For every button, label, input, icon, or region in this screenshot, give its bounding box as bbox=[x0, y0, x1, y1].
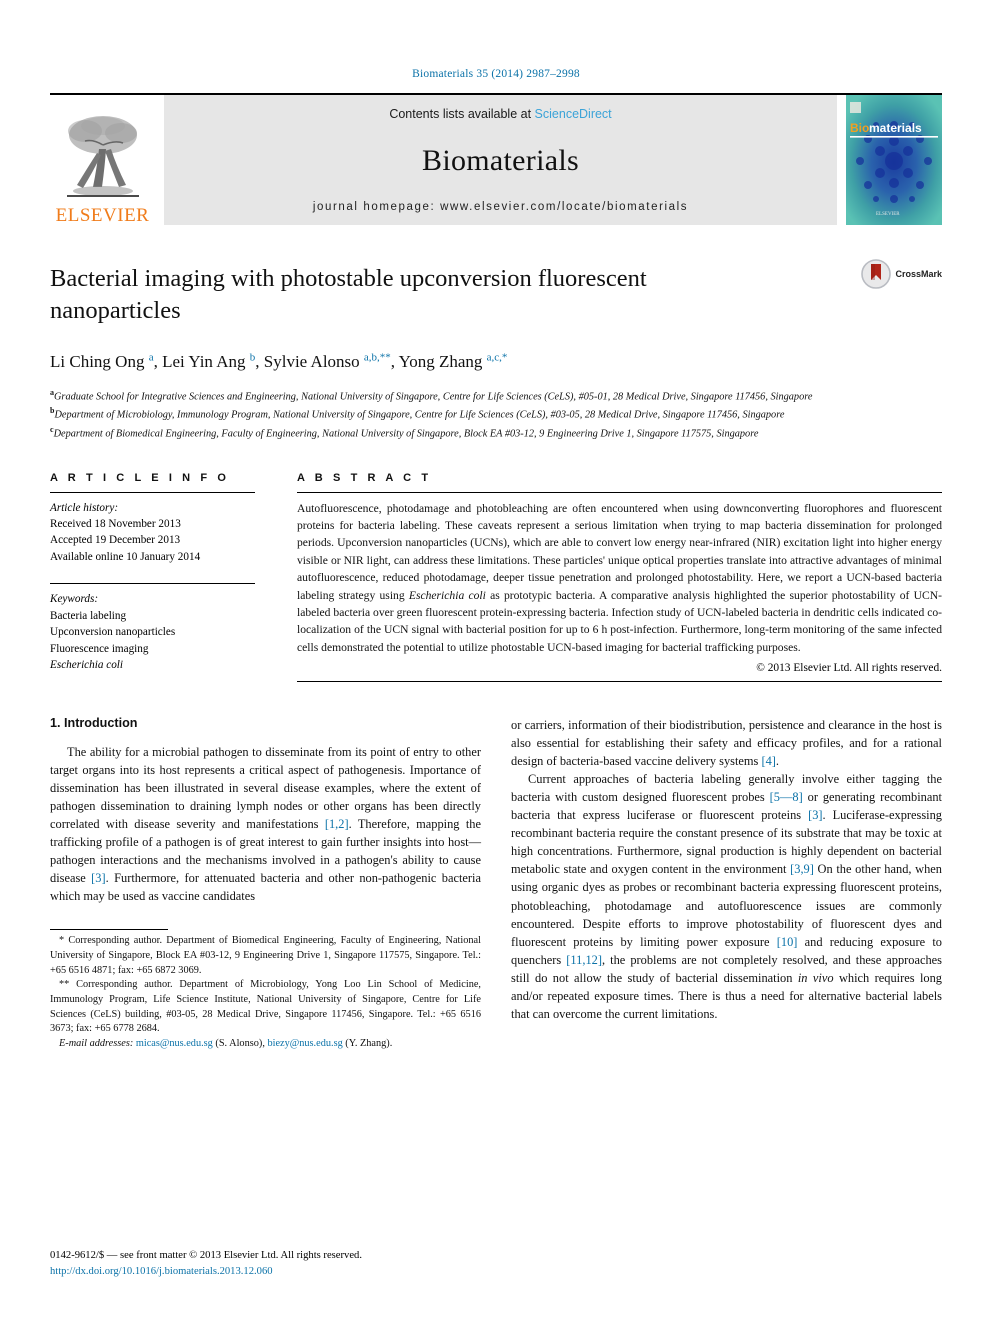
body-column-left: 1. Introduction The ability for a microb… bbox=[50, 716, 481, 1051]
affiliation-text: Department of Biomedical Engineering, Fa… bbox=[53, 427, 759, 439]
affiliation-c: cDepartment of Biomedical Engineering, F… bbox=[50, 424, 942, 442]
svg-text:Bio: Bio bbox=[850, 121, 869, 135]
info-abstract-region: A R T I C L E I N F O Article history: R… bbox=[50, 472, 942, 683]
footnote-rule bbox=[50, 929, 168, 931]
keywords-block: Keywords: Bacteria labeling Upconversion… bbox=[50, 584, 255, 673]
crossmark-icon bbox=[861, 259, 892, 289]
doi-link[interactable]: http://dx.doi.org/10.1016/j.biomaterials… bbox=[50, 1266, 273, 1277]
article-history-block: Article history: Received 18 November 20… bbox=[50, 493, 255, 566]
journal-homepage-line[interactable]: journal homepage: www.elsevier.com/locat… bbox=[313, 201, 688, 213]
crossmark-badge[interactable]: CrossMark bbox=[861, 259, 942, 289]
abstract-rule-bottom bbox=[297, 681, 942, 683]
page-title: Bacterial imaging with photostable upcon… bbox=[50, 265, 647, 325]
intro-paragraph-right-2: Current approaches of bacteria labeling … bbox=[511, 772, 943, 1021]
history-received: Received 18 November 2013 bbox=[50, 518, 181, 530]
elsevier-wordmark: ELSEVIER bbox=[55, 205, 150, 226]
bottom-matter: 0142-9612/$ — see front matter © 2013 El… bbox=[50, 1248, 481, 1279]
author-list: Li Ching Ong a, Lei Yin Ang b, Sylvie Al… bbox=[50, 351, 508, 371]
elsevier-logo: ELSEVIER bbox=[50, 95, 155, 225]
article-history-label: Article history: bbox=[50, 501, 119, 514]
affiliation-text: Department of Microbiology, Immunology P… bbox=[54, 409, 785, 421]
affiliation-text: Graduate School for Integrative Sciences… bbox=[54, 391, 813, 403]
footnote-block: * Corresponding author. Department of Bi… bbox=[50, 929, 481, 1051]
keyword-item: Bacteria labeling bbox=[50, 609, 127, 622]
svg-text:materials: materials bbox=[869, 121, 922, 135]
abstract-heading: A B S T R A C T bbox=[297, 471, 432, 484]
cover-art-image: Bio materials ELSEVIER bbox=[846, 95, 942, 225]
contents-prefix-text: Contents lists available at bbox=[389, 107, 532, 121]
history-online: Available online 10 January 2014 bbox=[50, 550, 201, 563]
journal-cover-thumbnail: Bio materials ELSEVIER bbox=[846, 95, 942, 225]
sciencedirect-link[interactable]: ScienceDirect bbox=[535, 107, 612, 121]
keyword-item: Escherichia coli bbox=[50, 659, 124, 672]
article-info-heading: A R T I C L E I N F O bbox=[50, 471, 230, 484]
body-columns: 1. Introduction The ability for a microb… bbox=[50, 716, 942, 1051]
issn-front-matter-line: 0142-9612/$ — see front matter © 2013 El… bbox=[50, 1250, 362, 1262]
affiliation-list: aGraduate School for Integrative Science… bbox=[50, 387, 942, 441]
keywords-label: Keywords: bbox=[50, 593, 99, 606]
affiliation-a: aGraduate School for Integrative Science… bbox=[50, 387, 942, 405]
section-heading-introduction: 1. Introduction bbox=[50, 716, 138, 731]
body-column-right: or carriers, information of their biodis… bbox=[511, 716, 942, 1051]
footnote-corresponding-1: * Corresponding author. Department of Bi… bbox=[50, 935, 481, 976]
footnote-emails: E-mail addresses: micas@nus.edu.sg (S. A… bbox=[59, 1037, 393, 1049]
journal-banner: Contents lists available at ScienceDirec… bbox=[164, 95, 837, 225]
journal-title: Biomaterials bbox=[422, 144, 579, 177]
keyword-item: Fluorescence imaging bbox=[50, 642, 149, 655]
contents-available-line: Contents lists available at ScienceDirec… bbox=[389, 107, 611, 121]
keyword-item: Upconversion nanoparticles bbox=[50, 626, 176, 639]
affiliation-b: bDepartment of Microbiology, Immunology … bbox=[50, 405, 942, 423]
intro-paragraph-left: The ability for a microbial pathogen to … bbox=[50, 745, 481, 904]
abstract-column: A B S T R A C T Autofluorescence, photod… bbox=[297, 472, 942, 683]
history-accepted: Accepted 19 December 2013 bbox=[50, 534, 181, 547]
abstract-text: Autofluorescence, photodamage and photob… bbox=[297, 501, 942, 654]
svg-text:ELSEVIER: ELSEVIER bbox=[876, 212, 900, 217]
abstract-copyright: © 2013 Elsevier Ltd. All rights reserved… bbox=[756, 662, 942, 675]
crossmark-label: CrossMark bbox=[895, 269, 942, 279]
article-page: Biomaterials 35 (2014) 2987–2998 ELSEVIE… bbox=[0, 0, 992, 1323]
journal-masthead: ELSEVIER Contents lists available at Sci… bbox=[50, 93, 942, 225]
title-block: CrossMark Bacterial imaging with photost… bbox=[50, 259, 942, 442]
running-head: Biomaterials 35 (2014) 2987–2998 bbox=[412, 68, 580, 80]
article-info-column: A R T I C L E I N F O Article history: R… bbox=[50, 472, 255, 683]
footnote-corresponding-2: ** Corresponding author. Department of M… bbox=[50, 979, 481, 1035]
intro-paragraph-right-1: or carriers, information of their biodis… bbox=[511, 718, 942, 769]
elsevier-tree-icon bbox=[66, 116, 139, 197]
